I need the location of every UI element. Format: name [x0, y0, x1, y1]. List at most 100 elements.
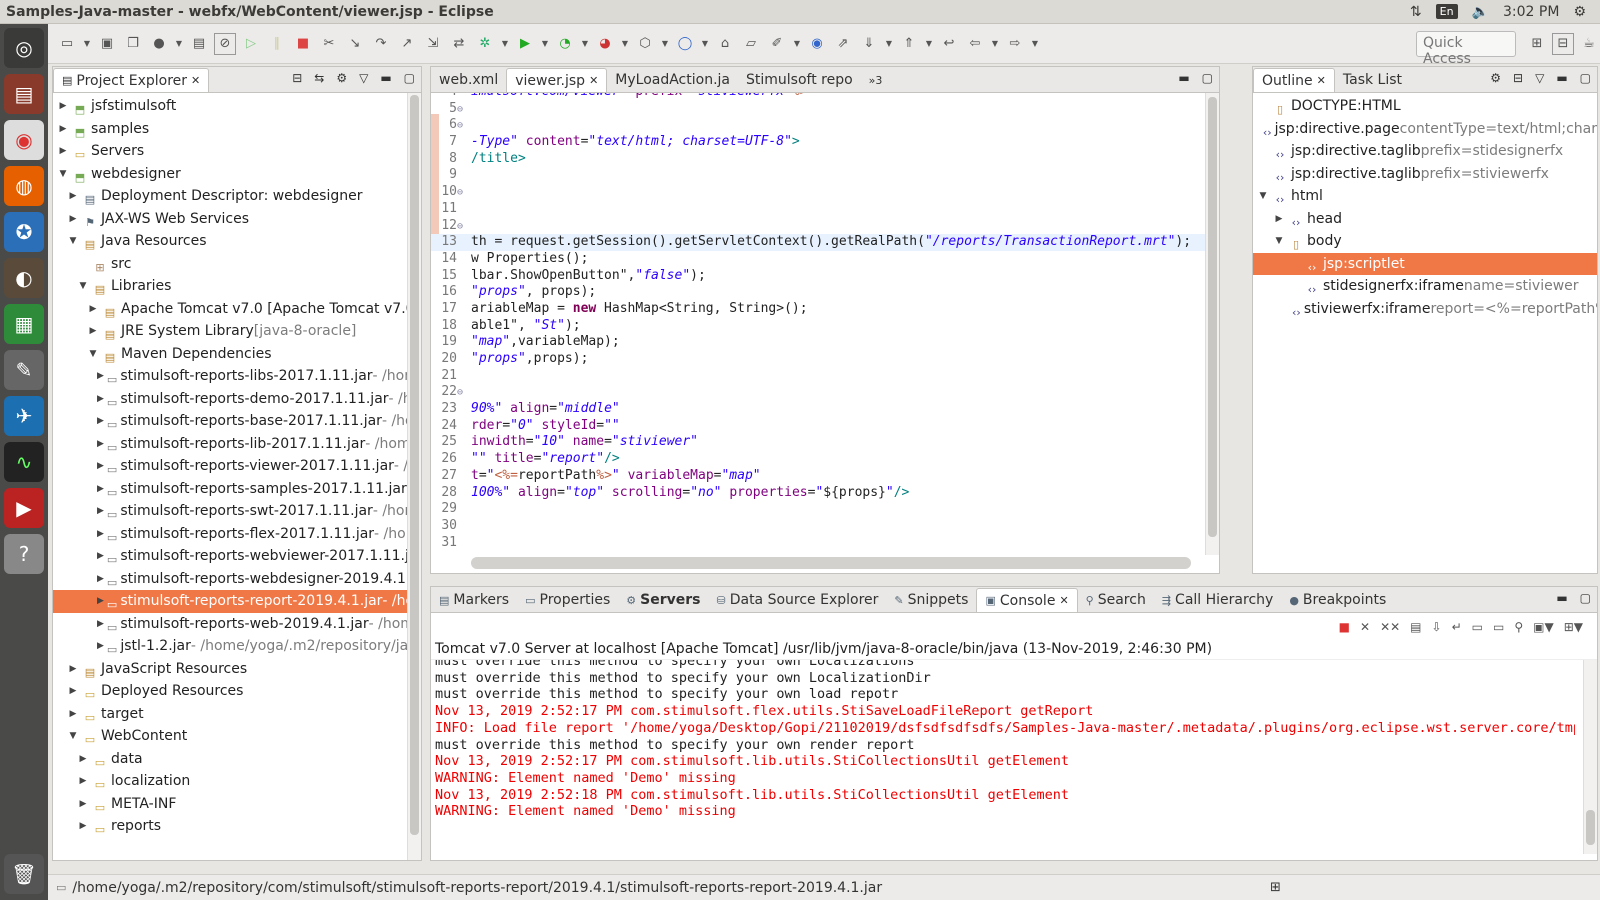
chevron-down-icon[interactable]: ▼: [990, 33, 1000, 55]
collapsed-arrow-icon[interactable]: ▶: [97, 590, 104, 613]
view-menu-icon[interactable]: ▽: [1535, 71, 1544, 85]
tree-item[interactable]: ▼ ‹› html: [1253, 185, 1597, 208]
help-icon[interactable]: ?: [4, 534, 44, 574]
spreadsheet-icon[interactable]: ▦: [4, 304, 44, 344]
save-all-icon[interactable]: ❐: [122, 33, 144, 55]
profile-icon[interactable]: ●: [148, 33, 170, 55]
collapsed-arrow-icon[interactable]: ▶: [97, 613, 104, 636]
code-line[interactable]: 10⊖: [431, 184, 1206, 201]
maximize-icon[interactable]: ▢: [404, 71, 415, 85]
dash-home-icon[interactable]: ◎: [4, 28, 44, 68]
tree-item[interactable]: ▼ ⬒ webdesigner: [53, 163, 421, 186]
tree-item[interactable]: ▶ ‹› head: [1253, 208, 1597, 231]
tab-call-hierarchy[interactable]: ⇶ Call Hierarchy: [1154, 588, 1281, 612]
files-icon[interactable]: ▤: [4, 74, 44, 114]
tree-item[interactable]: ‹› jsp:directive.taglib prefix=stiviewerf…: [1253, 163, 1597, 186]
save-icon[interactable]: ▣: [96, 33, 118, 55]
view-menu-icon[interactable]: ▽: [359, 71, 368, 85]
collapsed-arrow-icon[interactable]: ▶: [77, 793, 89, 816]
tree-item[interactable]: ▶ ▭ reports: [53, 815, 421, 838]
filter-icon[interactable]: ⚙: [336, 71, 347, 85]
minimize-icon[interactable]: ▬: [1556, 71, 1567, 85]
tab-outline[interactable]: Outline ✕: [1253, 68, 1335, 92]
annotation-icon[interactable]: ⇗: [832, 33, 854, 55]
network-tool-icon[interactable]: ✈: [4, 396, 44, 436]
tree-item[interactable]: ▶ ▭ stimulsoft-reports-webdesigner-2019.4.…: [53, 568, 421, 591]
chevron-down-icon[interactable]: ▼: [500, 33, 510, 55]
code-line[interactable]: 29: [431, 501, 1206, 518]
last-edit-icon[interactable]: ↩: [938, 33, 960, 55]
tree-item[interactable]: ▶ ▭ Servers: [53, 140, 421, 163]
terminal-icon[interactable]: ▤: [188, 33, 210, 55]
debug-icon[interactable]: ✲: [474, 33, 496, 55]
open-folder-icon[interactable]: ▱: [740, 33, 762, 55]
tree-item[interactable]: ▶ ▭ data: [53, 748, 421, 771]
trash-icon[interactable]: 🗑: [4, 854, 44, 894]
tree-item[interactable]: ▶ ▭ stimulsoft-reports-base-2017.1.11.jar …: [53, 410, 421, 433]
tab-myloadaction-ja[interactable]: MyLoadAction.ja: [607, 68, 738, 92]
collapsed-arrow-icon[interactable]: ▶: [97, 455, 104, 478]
external-tools-icon[interactable]: ◕: [594, 33, 616, 55]
java-perspective-icon[interactable]: ☕: [1578, 33, 1600, 55]
drop-frame-icon[interactable]: ⇲: [422, 33, 444, 55]
code-line[interactable]: 28 100%" align="top" scrolling="no" prope…: [431, 485, 1206, 502]
pin-console-icon[interactable]: ⚲: [1514, 620, 1523, 634]
tab-viewer-jsp[interactable]: viewer.jsp ✕: [506, 68, 608, 92]
terminal-app-icon[interactable]: ▶: [4, 488, 44, 528]
collapsed-arrow-icon[interactable]: ▶: [97, 568, 104, 591]
fold-toggle-icon[interactable]: ⊖: [457, 219, 471, 236]
settings-gear-icon[interactable]: ⚙: [1573, 4, 1586, 20]
chevron-down-icon[interactable]: ▼: [174, 33, 184, 55]
tree-item[interactable]: ▼ ▭ WebContent: [53, 725, 421, 748]
collapsed-arrow-icon[interactable]: ▶: [97, 635, 104, 658]
close-icon[interactable]: ✕: [1059, 594, 1068, 607]
tab-search[interactable]: ⚲ Search: [1078, 588, 1154, 612]
tree-item[interactable]: ⊞ src: [53, 253, 421, 276]
collapsed-arrow-icon[interactable]: ▶: [97, 388, 104, 411]
collapsed-arrow-icon[interactable]: ▶: [67, 185, 79, 208]
code-line[interactable]: 21: [431, 368, 1206, 385]
tab-project-explorer[interactable]: ▤ Project Explorer ✕: [53, 68, 210, 92]
close-icon[interactable]: ✕: [191, 74, 200, 87]
code-line[interactable]: 13 th = request.getSession().getServletCo…: [431, 234, 1206, 251]
keyboard-layout-indicator[interactable]: En: [1435, 4, 1458, 19]
code-editor[interactable]: 4 imulsoft.com/viewer" prefix="stiviewerf…: [431, 93, 1219, 573]
task-icon[interactable]: ⊞: [1270, 880, 1281, 895]
tree-item[interactable]: ▶ ▤ JavaScript Resources: [53, 658, 421, 681]
code-line[interactable]: 18 able1", "St");: [431, 318, 1206, 335]
step-over-icon[interactable]: ↷: [370, 33, 392, 55]
open-type-icon[interactable]: ⌂: [714, 33, 736, 55]
resume-icon[interactable]: ▷: [240, 33, 262, 55]
tree-item[interactable]: ▯ DOCTYPE:HTML: [1253, 95, 1597, 118]
tree-item[interactable]: ▶ ▭ stimulsoft-reports-viewer-2017.1.11.ja…: [53, 455, 421, 478]
minimize-icon[interactable]: ▬: [1556, 591, 1567, 605]
expanded-arrow-icon[interactable]: ▼: [1257, 185, 1269, 208]
collapsed-arrow-icon[interactable]: ▶: [97, 365, 104, 388]
code-line[interactable]: 20 "props",props);: [431, 351, 1206, 368]
expanded-arrow-icon[interactable]: ▼: [87, 343, 99, 366]
fold-toggle-icon[interactable]: ⊖: [457, 102, 471, 119]
app-icon[interactable]: ✪: [4, 212, 44, 252]
remove-all-icon[interactable]: ✕✕: [1380, 620, 1400, 634]
console-output[interactable]: must override this method to specify you…: [435, 660, 1575, 820]
tree-item[interactable]: ▶ ▭ stimulsoft-reports-demo-2017.1.11.jar …: [53, 388, 421, 411]
eclipse-icon[interactable]: ◐: [4, 258, 44, 298]
prev-annotation-icon[interactable]: ⇑: [898, 33, 920, 55]
maximize-icon[interactable]: ▢: [1580, 591, 1591, 605]
code-line[interactable]: 16 "props", props);: [431, 284, 1206, 301]
tab-console[interactable]: ▣ Console ✕: [976, 588, 1078, 612]
tree-item[interactable]: ▶ ▭ stimulsoft-reports-swt-2017.1.11.jar -…: [53, 500, 421, 523]
globe-icon[interactable]: ◉: [806, 33, 828, 55]
code-line[interactable]: 4 imulsoft.com/viewer" prefix="stiviewerf…: [431, 93, 1206, 101]
minimize-icon[interactable]: ▬: [380, 71, 391, 85]
chrome-icon[interactable]: ◉: [4, 120, 44, 160]
collapsed-arrow-icon[interactable]: ▶: [97, 478, 104, 501]
collapsed-arrow-icon[interactable]: ▶: [77, 815, 89, 838]
code-line[interactable]: 11: [431, 201, 1206, 218]
tree-item[interactable]: ▶ ▤ Deployment Descriptor: webdesigner: [53, 185, 421, 208]
skip-breakpoints-icon[interactable]: ⊘: [214, 32, 236, 55]
code-line[interactable]: 17 ariableMap = new HashMap<String, Strin…: [431, 301, 1206, 318]
tree-item[interactable]: ▼ ▤ Java Resources: [53, 230, 421, 253]
tree-item[interactable]: ▶ ▭ target: [53, 703, 421, 726]
terminate-icon[interactable]: ■: [1339, 620, 1350, 634]
